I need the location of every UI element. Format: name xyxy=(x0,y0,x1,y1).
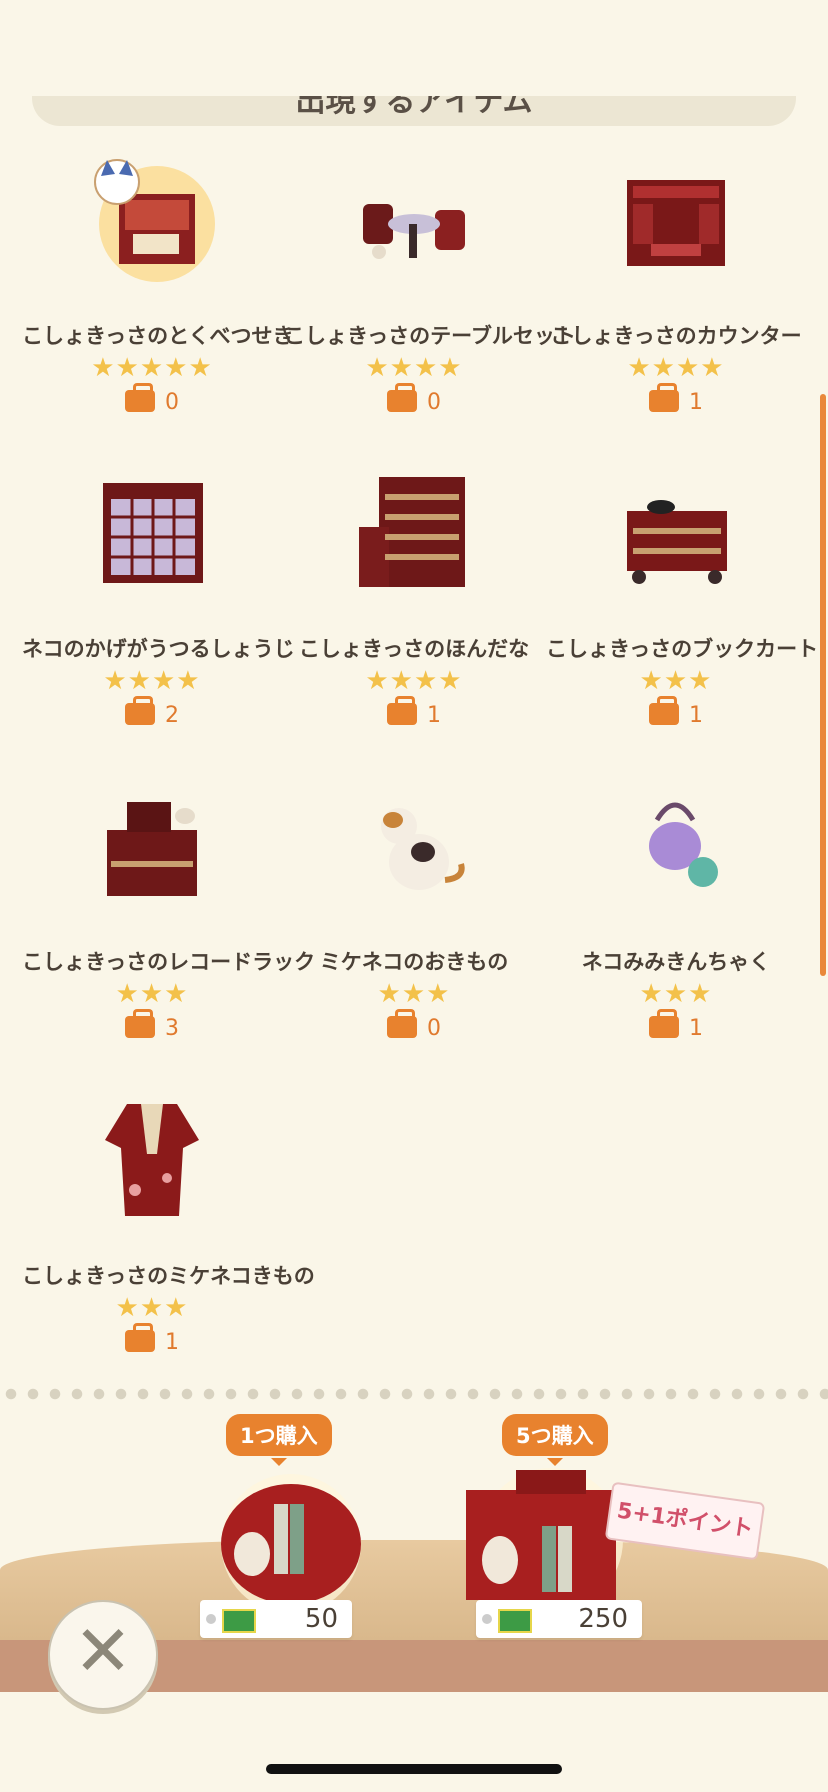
bag-icon xyxy=(649,696,679,725)
special-seat-icon xyxy=(94,159,215,282)
single-price-tag: 50 xyxy=(200,1600,352,1638)
rarity-stars: ★★★★ xyxy=(365,666,463,696)
owned-count-value: 0 xyxy=(165,390,179,415)
book-cart-icon xyxy=(627,500,727,584)
home-indicator[interactable] xyxy=(266,1764,562,1774)
owned-count: 1 xyxy=(22,1323,282,1355)
rarity-stars: ★★★ xyxy=(639,666,713,696)
record-rack-icon xyxy=(107,802,197,896)
bag-icon xyxy=(649,383,679,412)
owned-count-value: 0 xyxy=(427,390,441,415)
item-card[interactable]: こしょきっさのほんだな ★★★★ 1 xyxy=(284,453,544,743)
owned-count-value: 1 xyxy=(427,703,441,728)
section-header: 出現するアイテム xyxy=(32,96,796,126)
bag-icon xyxy=(387,696,417,725)
table-set-icon xyxy=(363,204,465,259)
kimono-icon xyxy=(105,1104,199,1216)
bag-icon xyxy=(125,696,155,725)
bag-icon xyxy=(125,1323,155,1352)
item-card[interactable]: こしょきっさのテーブルセット ★★★★ 0 xyxy=(284,140,576,430)
item-card[interactable]: こしょきっさのミケネコきもの ★★★ 1 xyxy=(22,1080,315,1370)
owned-count-value: 2 xyxy=(165,703,179,728)
calico-cat-figurine-icon xyxy=(381,808,465,890)
shoji-icon xyxy=(103,483,203,583)
item-card[interactable]: ネコのかげがうつるしょうじ ★★★★ 2 xyxy=(22,453,295,743)
rarity-stars: ★★★★ xyxy=(103,666,201,696)
item-card[interactable]: こしょきっさのとくべつせき ★★★★★ 0 xyxy=(22,140,294,430)
money-icon xyxy=(498,1609,532,1633)
owned-count-value: 0 xyxy=(427,1016,441,1041)
item-card[interactable]: ミケネコのおきもの ★★★ 0 xyxy=(284,766,544,1056)
item-name: こしょきっさのブックカート xyxy=(546,637,819,661)
tag-hole xyxy=(206,1614,216,1624)
item-name: こしょきっさのほんだな xyxy=(298,637,530,661)
item-name: ミケネコのおきもの xyxy=(319,950,509,974)
owned-count: 1 xyxy=(546,1009,806,1041)
owned-count: 0 xyxy=(22,383,282,415)
money-icon xyxy=(222,1609,256,1633)
owned-count-value: 1 xyxy=(165,1330,179,1355)
multi-price-tag: 250 xyxy=(476,1600,642,1638)
item-name: こしょきっさのとくべつせき xyxy=(22,324,294,348)
owned-count: 0 xyxy=(284,1009,544,1041)
owned-count: 1 xyxy=(546,696,806,728)
single-purchase-label: 1つ購入 xyxy=(226,1414,332,1466)
rarity-stars: ★★★★★ xyxy=(91,353,213,383)
item-name: こしょきっさのレコードラック xyxy=(22,950,316,974)
section-title: 出現するアイテム xyxy=(295,96,533,119)
item-card[interactable]: こしょきっさのカウンター ★★★★ 1 xyxy=(546,140,806,430)
owned-count: 1 xyxy=(546,383,806,415)
bag-icon xyxy=(387,383,417,412)
rarity-stars: ★★★ xyxy=(639,979,713,1009)
multi-price: 250 xyxy=(578,1604,628,1634)
bag-icon xyxy=(387,1009,417,1038)
owned-count-value: 3 xyxy=(165,1016,179,1041)
scrollbar[interactable] xyxy=(820,394,826,976)
dotted-divider xyxy=(0,1388,828,1400)
item-name: こしょきっさのテーブルセット xyxy=(284,324,576,348)
rarity-stars: ★★★ xyxy=(377,979,451,1009)
multi-purchase-label: 5つ購入 xyxy=(502,1414,608,1466)
owned-count-value: 1 xyxy=(689,390,703,415)
item-card[interactable]: こしょきっさのレコードラック ★★★ 3 xyxy=(22,766,316,1056)
single-price: 50 xyxy=(304,1604,338,1634)
item-name: ネコみみきんちゃく xyxy=(581,950,771,974)
owned-count-value: 1 xyxy=(689,703,703,728)
item-name: こしょきっさのミケネコきもの xyxy=(22,1264,315,1288)
owned-count: 3 xyxy=(22,1009,282,1041)
bookshelf-icon xyxy=(359,477,465,587)
rarity-stars: ★★★★ xyxy=(627,353,725,383)
close-button[interactable]: ✕ xyxy=(48,1600,158,1710)
bag-icon xyxy=(125,383,155,412)
owned-count: 2 xyxy=(22,696,282,728)
bag-icon xyxy=(649,1009,679,1038)
item-card[interactable]: ネコみみきんちゃく ★★★ 1 xyxy=(546,766,806,1056)
item-card[interactable]: こしょきっさのブックカート ★★★ 1 xyxy=(546,453,819,743)
single-gift-icon xyxy=(221,1474,361,1614)
owned-count: 1 xyxy=(284,696,544,728)
tag-hole xyxy=(482,1614,492,1624)
rarity-stars: ★★★ xyxy=(115,979,189,1009)
rarity-stars: ★★★ xyxy=(115,1293,189,1323)
item-name: ネコのかげがうつるしょうじ xyxy=(22,637,295,661)
counter-icon xyxy=(627,180,725,266)
close-icon: ✕ xyxy=(73,1610,133,1692)
bag-icon xyxy=(125,1009,155,1038)
owned-count-value: 1 xyxy=(689,1016,703,1041)
item-name: こしょきっさのカウンター xyxy=(550,324,802,348)
cat-ear-pouch-icon xyxy=(649,802,718,887)
owned-count: 0 xyxy=(284,383,544,415)
rarity-stars: ★★★★ xyxy=(365,353,463,383)
